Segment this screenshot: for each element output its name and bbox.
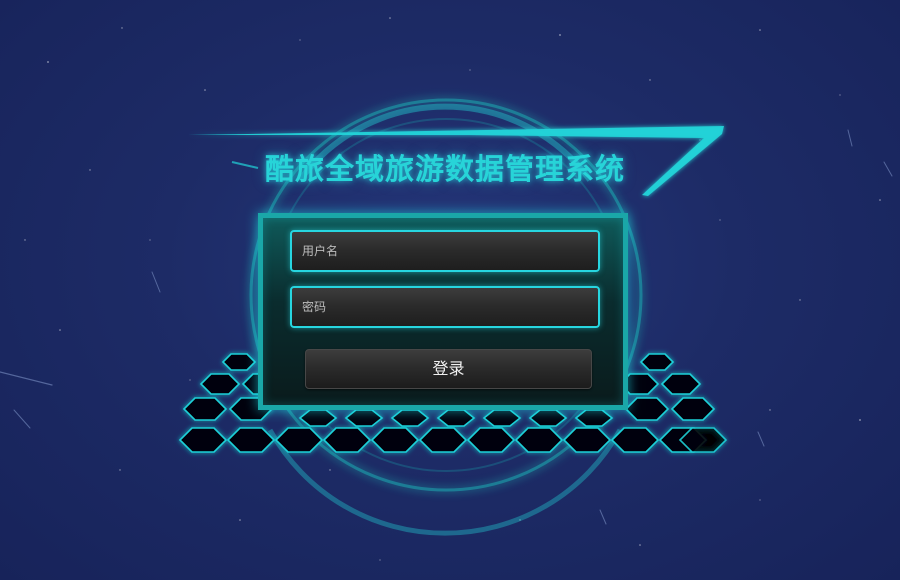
username-field-wrapper xyxy=(290,230,600,272)
password-field-wrapper xyxy=(290,286,600,328)
password-input[interactable] xyxy=(292,288,598,326)
login-screen: 酷旅全域旅游数据管理系统 登录 xyxy=(0,0,900,580)
login-button[interactable]: 登录 xyxy=(305,349,592,389)
page-title: 酷旅全域旅游数据管理系统 xyxy=(264,152,625,186)
username-input[interactable] xyxy=(292,232,598,270)
